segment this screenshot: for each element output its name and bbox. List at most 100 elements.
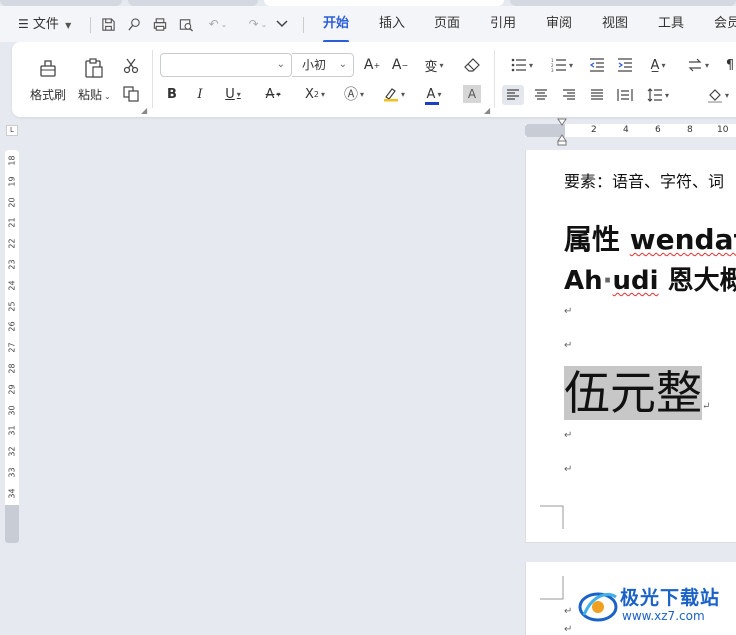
distributed-align-icon[interactable]	[614, 85, 636, 105]
print-icon[interactable]	[151, 15, 169, 33]
ruler-tick: 29	[7, 384, 17, 395]
page-corner-mark	[540, 505, 564, 529]
paragraph-mark: ↵	[564, 624, 573, 635]
ruler-tick: 27	[7, 342, 17, 353]
menu-bar: ☰ 文件 ▼ ↶ ⌄ ↷ ⌄ 开始 插入 页面 引用 审阅 视图 工具 会员	[0, 6, 736, 43]
ruler-tick: 21	[7, 217, 17, 228]
font-size-select[interactable]: 小初 ⌄	[292, 53, 354, 77]
undo-icon[interactable]: ↶ ⌄	[206, 15, 230, 33]
chevron-down-icon: ⌄	[276, 59, 285, 70]
numbered-list-icon[interactable]: 1 2 3 ▾	[546, 56, 578, 74]
print-preview-icon[interactable]	[177, 15, 195, 33]
increase-indent-icon[interactable]	[616, 56, 634, 74]
page-corner-mark	[540, 576, 564, 600]
save-icon[interactable]	[99, 15, 117, 33]
align-left-icon[interactable]	[502, 85, 524, 105]
vertical-ruler-margin	[5, 505, 19, 543]
customize-toolbar-icon[interactable]	[273, 15, 291, 33]
watermark-title: 极光下载站	[620, 587, 721, 609]
justify-icon[interactable]	[586, 85, 608, 105]
paste-label: 粘贴	[78, 88, 103, 102]
superscript-icon[interactable]: X 2 ▾	[299, 85, 331, 103]
clipboard-dialog-launcher-icon[interactable]: ◢	[141, 106, 147, 115]
document-page[interactable]: 要素：语音、字符、词 属性 wendafa Ah·udi 恩大概 ↵ ↵ 伍元整…	[525, 150, 736, 543]
tab-page[interactable]: 页面	[434, 6, 460, 42]
bold-icon[interactable]: B	[163, 85, 181, 103]
italic-icon[interactable]: I	[191, 85, 209, 103]
paragraph-mark: ↵	[702, 401, 711, 412]
shading-fill-icon[interactable]: ▾	[702, 85, 734, 105]
strikethrough-icon[interactable]: A ▾	[259, 85, 287, 103]
align-right-icon[interactable]	[558, 85, 580, 105]
paragraph-mark: ↵	[564, 306, 573, 317]
character-shading-icon[interactable]: A	[463, 85, 481, 103]
format-painter-button[interactable]	[36, 56, 60, 80]
paragraph-mark: ↵	[564, 606, 573, 617]
divider	[90, 17, 91, 33]
paragraph-mark: ↵	[564, 430, 573, 441]
ruler-tick: 34	[7, 488, 17, 499]
ruler-tick: 19	[7, 176, 17, 187]
doc-text-dot: ·	[602, 266, 613, 296]
divider	[494, 50, 495, 108]
doc-line-attribute: 属性 wendafa	[564, 218, 736, 258]
doc-text: 属性	[564, 223, 630, 256]
underline-icon[interactable]: U ▾	[219, 85, 247, 103]
copy-icon[interactable]	[122, 85, 140, 103]
tab-home[interactable]: 开始	[323, 6, 349, 42]
tab-view[interactable]: 视图	[602, 6, 628, 42]
format-painter-quick-icon[interactable]	[125, 15, 143, 33]
highlight-color-icon[interactable]: ▾	[379, 85, 409, 103]
font-dialog-launcher-icon[interactable]: ◢	[484, 106, 490, 115]
ruler-tick: 20	[7, 197, 17, 208]
text-effect-icon[interactable]: Ⓐ ▾	[339, 85, 369, 103]
sort-icon[interactable]: ▾	[682, 56, 714, 74]
decrease-indent-icon[interactable]	[588, 56, 606, 74]
chevron-down-icon: ▼	[65, 21, 72, 30]
font-color-icon[interactable]: A ▾	[419, 85, 449, 105]
clear-format-icon[interactable]	[462, 56, 482, 74]
doc-line-audi: Ah·udi 恩大概	[564, 260, 736, 297]
ruler-tick: 6	[655, 125, 661, 135]
phonetic-guide-icon[interactable]: 变 ▾	[418, 56, 450, 75]
ruler-tick: 4	[623, 125, 629, 135]
font-size-value: 小初	[302, 58, 327, 72]
watermark-url: www.xz7.com	[622, 609, 705, 623]
doc-line-selected: 伍元整↵	[564, 362, 710, 438]
tab-review[interactable]: 审阅	[546, 6, 572, 42]
font-name-select[interactable]: ⌄	[160, 53, 292, 77]
shrink-font-icon[interactable]: A −	[390, 56, 410, 74]
file-menu[interactable]: ☰ 文件 ▼	[18, 6, 71, 42]
ruler-tick: 23	[7, 259, 17, 270]
ruler-tick: 24	[7, 280, 17, 291]
chevron-down-icon: ⌄	[338, 59, 347, 70]
ruler-tab-selector[interactable]: L	[6, 125, 18, 136]
ruler-tick: 33	[7, 467, 17, 478]
bullet-list-icon[interactable]: ▾	[506, 56, 538, 74]
tab-reference[interactable]: 引用	[490, 6, 516, 42]
align-center-icon[interactable]	[530, 85, 552, 105]
show-marks-icon[interactable]: ¶	[722, 56, 736, 74]
aurora-logo-icon	[578, 592, 618, 622]
format-painter-label[interactable]: 格式刷	[30, 86, 66, 103]
cut-icon[interactable]	[122, 57, 140, 75]
ruler-tick: 32	[7, 446, 17, 457]
line-spacing-icon[interactable]: ▾	[642, 85, 674, 105]
tab-tools[interactable]: 工具	[658, 6, 684, 42]
vertical-ruler[interactable]: 181920212223242526272829303132333435	[5, 150, 19, 543]
tab-insert[interactable]: 插入	[379, 6, 405, 42]
redo-icon[interactable]: ↷ ⌄	[246, 15, 270, 33]
paste-button[interactable]: 粘贴 ⌄	[78, 86, 111, 103]
doc-text-misspelled: wendafa	[629, 223, 736, 256]
doc-line-elements: 要素：语音、字符、词	[564, 172, 725, 191]
tab-member[interactable]: 会员	[714, 6, 736, 42]
file-menu-label: 文件	[32, 17, 59, 32]
indent-marker-icon[interactable]	[557, 118, 567, 146]
ruler-tick: 10	[717, 125, 729, 135]
grow-font-icon[interactable]: A +	[362, 56, 382, 74]
text-direction-icon[interactable]: A̲ ▾	[642, 56, 674, 74]
ruler-tick: 25	[7, 301, 17, 312]
paste-icon[interactable]	[82, 56, 106, 80]
selected-text[interactable]: 伍元整	[564, 366, 702, 420]
menu-icon: ☰	[18, 17, 29, 31]
